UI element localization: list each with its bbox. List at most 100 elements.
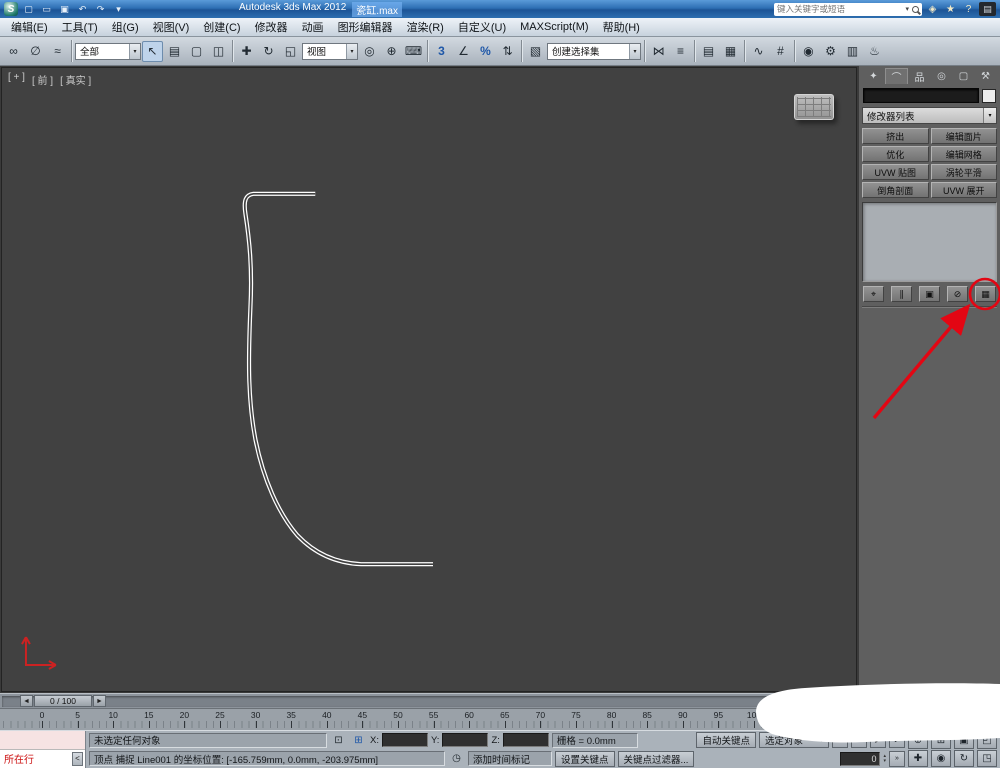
time-slider-handle[interactable]: 0 / 100 — [34, 695, 92, 707]
selection-filter-dropdown[interactable]: 全部 ▾ — [75, 42, 141, 60]
zoom-icon[interactable]: ⊕ — [908, 731, 928, 749]
select-object-icon[interactable]: ↖ — [142, 40, 163, 62]
frame-spinner[interactable]: ▴ ▾ — [883, 753, 886, 764]
schematic-view-icon[interactable]: # — [770, 41, 791, 62]
modifier-preset-button[interactable]: UVW 贴图 — [862, 164, 929, 180]
object-name-input[interactable] — [863, 88, 979, 103]
next-frame-arrow-icon[interactable]: ► — [93, 695, 106, 707]
menu-edit[interactable]: 编辑(E) — [4, 17, 55, 37]
percent-snap-icon[interactable]: % — [475, 41, 496, 62]
unlink-selection-icon[interactable]: ∅ — [25, 41, 46, 62]
walk-through-icon[interactable]: ◉ — [931, 750, 951, 768]
maxscript-mini-listener[interactable]: 所在行 < — [0, 731, 86, 768]
menu-modifiers[interactable]: 修改器 — [248, 17, 295, 37]
rendered-frame-window-icon[interactable]: ▥ — [842, 41, 863, 62]
tab-utilities[interactable]: ⚒ — [975, 68, 996, 84]
favorites-star-icon[interactable]: ★ — [943, 2, 958, 16]
maximize-viewport-toggle-icon[interactable]: ◳ — [977, 750, 997, 768]
key-filters-button[interactable]: 关键点过滤器... — [617, 750, 695, 767]
search-chevron-icon[interactable]: ▾ — [905, 5, 909, 13]
select-and-move-icon[interactable]: ✚ — [236, 41, 257, 62]
named-selection-dropdown[interactable]: 创建选择集 ▾ — [547, 42, 641, 60]
listener-scroll-icon[interactable]: < — [72, 751, 83, 766]
go-to-end-icon[interactable]: » — [889, 750, 905, 767]
object-color-swatch[interactable] — [982, 88, 996, 103]
material-editor-icon[interactable]: ◉ — [798, 41, 819, 62]
spline-curve[interactable] — [242, 191, 433, 567]
make-unique-button[interactable]: ▣ — [919, 286, 940, 302]
previous-frame-arrow-icon[interactable]: ◄ — [20, 695, 33, 707]
undo-icon[interactable]: ↶ — [75, 2, 90, 16]
select-by-name-icon[interactable]: ▤ — [164, 41, 185, 62]
search-input[interactable] — [777, 4, 903, 14]
tab-display[interactable]: ▢ — [953, 68, 974, 84]
help-icon[interactable]: ? — [961, 2, 976, 16]
configure-modifier-sets-button[interactable]: ▦ — [975, 286, 996, 302]
menu-tools[interactable]: 工具(T) — [55, 17, 105, 37]
modifier-list-dropdown[interactable]: 修改器列表 ▾ — [862, 107, 997, 124]
save-file-icon[interactable]: ▣ — [57, 2, 72, 16]
select-and-manipulate-icon[interactable]: ⊕ — [381, 41, 402, 62]
modifier-preset-button[interactable]: 编辑网格 — [930, 146, 997, 162]
time-slider-track[interactable] — [2, 696, 856, 707]
listener-field[interactable]: 所在行 < — [0, 749, 85, 768]
modifier-preset-button[interactable]: 倒角剖面 — [862, 182, 929, 198]
layer-manager-icon[interactable]: ▤ — [698, 41, 719, 62]
viewport-menu-shading[interactable]: [ 真实 ] — [60, 72, 91, 87]
modifier-preset-button[interactable]: UVW 展开 — [930, 182, 997, 198]
spinner-down-icon[interactable]: ▾ — [883, 758, 886, 764]
tab-motion[interactable]: ◎ — [931, 68, 952, 84]
modifier-preset-button[interactable]: 编辑面片 — [930, 128, 997, 144]
select-and-rotate-icon[interactable]: ↻ — [258, 41, 279, 62]
use-pivot-center-icon[interactable]: ◎ — [359, 41, 380, 62]
absolute-offset-toggle-icon[interactable]: ⊞ — [350, 732, 367, 748]
edit-named-selection-icon[interactable]: ▧ — [525, 41, 546, 62]
redo-icon[interactable]: ↷ — [93, 2, 108, 16]
menu-create[interactable]: 创建(C) — [196, 17, 247, 37]
zoom-region-icon[interactable]: ◰ — [977, 731, 997, 749]
current-frame-field[interactable]: 0 — [840, 751, 881, 766]
spinner-snap-icon[interactable]: ⇅ — [497, 41, 518, 62]
zoom-extents-icon[interactable]: ▣ — [954, 731, 974, 749]
mirror-icon[interactable]: ⋈ — [648, 41, 669, 62]
menu-rendering[interactable]: 渲染(R) — [400, 17, 451, 37]
modifier-preset-button[interactable]: 挤出 — [862, 128, 929, 144]
render-production-icon[interactable]: ♨ — [864, 41, 885, 62]
remove-modifier-button[interactable]: ⊘ — [947, 286, 968, 302]
modifier-stack-list[interactable] — [862, 202, 997, 282]
angle-snap-icon[interactable]: ∠ — [453, 41, 474, 62]
next-frame-icon[interactable]: ► — [889, 732, 905, 749]
communication-center-icon[interactable]: ◈ — [925, 2, 940, 16]
window-crossing-icon[interactable]: ◫ — [208, 41, 229, 62]
tab-modify[interactable]: ⌒ — [885, 68, 908, 84]
zoom-all-icon[interactable]: ⊞ — [931, 731, 951, 749]
viewport-menu-view[interactable]: [ 前 ] — [32, 72, 53, 87]
app-logo-icon[interactable]: S — [4, 2, 18, 16]
set-key-button[interactable]: 设置关键点 — [555, 750, 615, 767]
previous-frame-icon[interactable]: ◄ — [851, 732, 867, 749]
keyboard-shortcut-override-icon[interactable]: ⌨ — [403, 41, 424, 62]
x-coordinate-field[interactable] — [381, 733, 428, 748]
go-to-start-icon[interactable]: « — [832, 732, 848, 749]
auto-key-button[interactable]: 自动关键点 — [696, 732, 756, 749]
graphite-ribbon-icon[interactable]: ▦ — [720, 41, 741, 62]
menu-group[interactable]: 组(G) — [105, 17, 146, 37]
new-file-icon[interactable]: ▢ — [21, 2, 36, 16]
orbit-icon[interactable]: ↻ — [954, 750, 974, 768]
macro-recorder-field[interactable] — [0, 731, 85, 750]
z-coordinate-field[interactable] — [502, 733, 549, 748]
curve-editor-icon[interactable]: ∿ — [748, 41, 769, 62]
track-bar[interactable]: 0 5 10 15 20 25 30 35 40 45 50 55 60 65 70 75 80 85 90 95 10… — [0, 708, 1000, 730]
infocenter-panel-icon[interactable]: ▤ — [979, 2, 996, 16]
tab-create[interactable]: ✦ — [863, 68, 884, 84]
menu-graph-editors[interactable]: 图形编辑器 — [331, 17, 400, 37]
select-and-link-icon[interactable]: ∞ — [3, 41, 24, 62]
time-slider[interactable]: ◄ 0 / 100 ► — [0, 693, 858, 708]
pan-icon[interactable]: ✚ — [908, 750, 928, 768]
rectangular-selection-region-icon[interactable]: ▢ — [186, 41, 207, 62]
pin-stack-button[interactable]: ⌖ — [863, 286, 884, 302]
open-file-icon[interactable]: ▭ — [39, 2, 54, 16]
reference-coordinate-dropdown[interactable]: 视图 ▾ — [302, 42, 358, 60]
play-animation-icon[interactable]: ▶ — [870, 732, 886, 749]
align-icon[interactable]: ≡ — [670, 41, 691, 62]
